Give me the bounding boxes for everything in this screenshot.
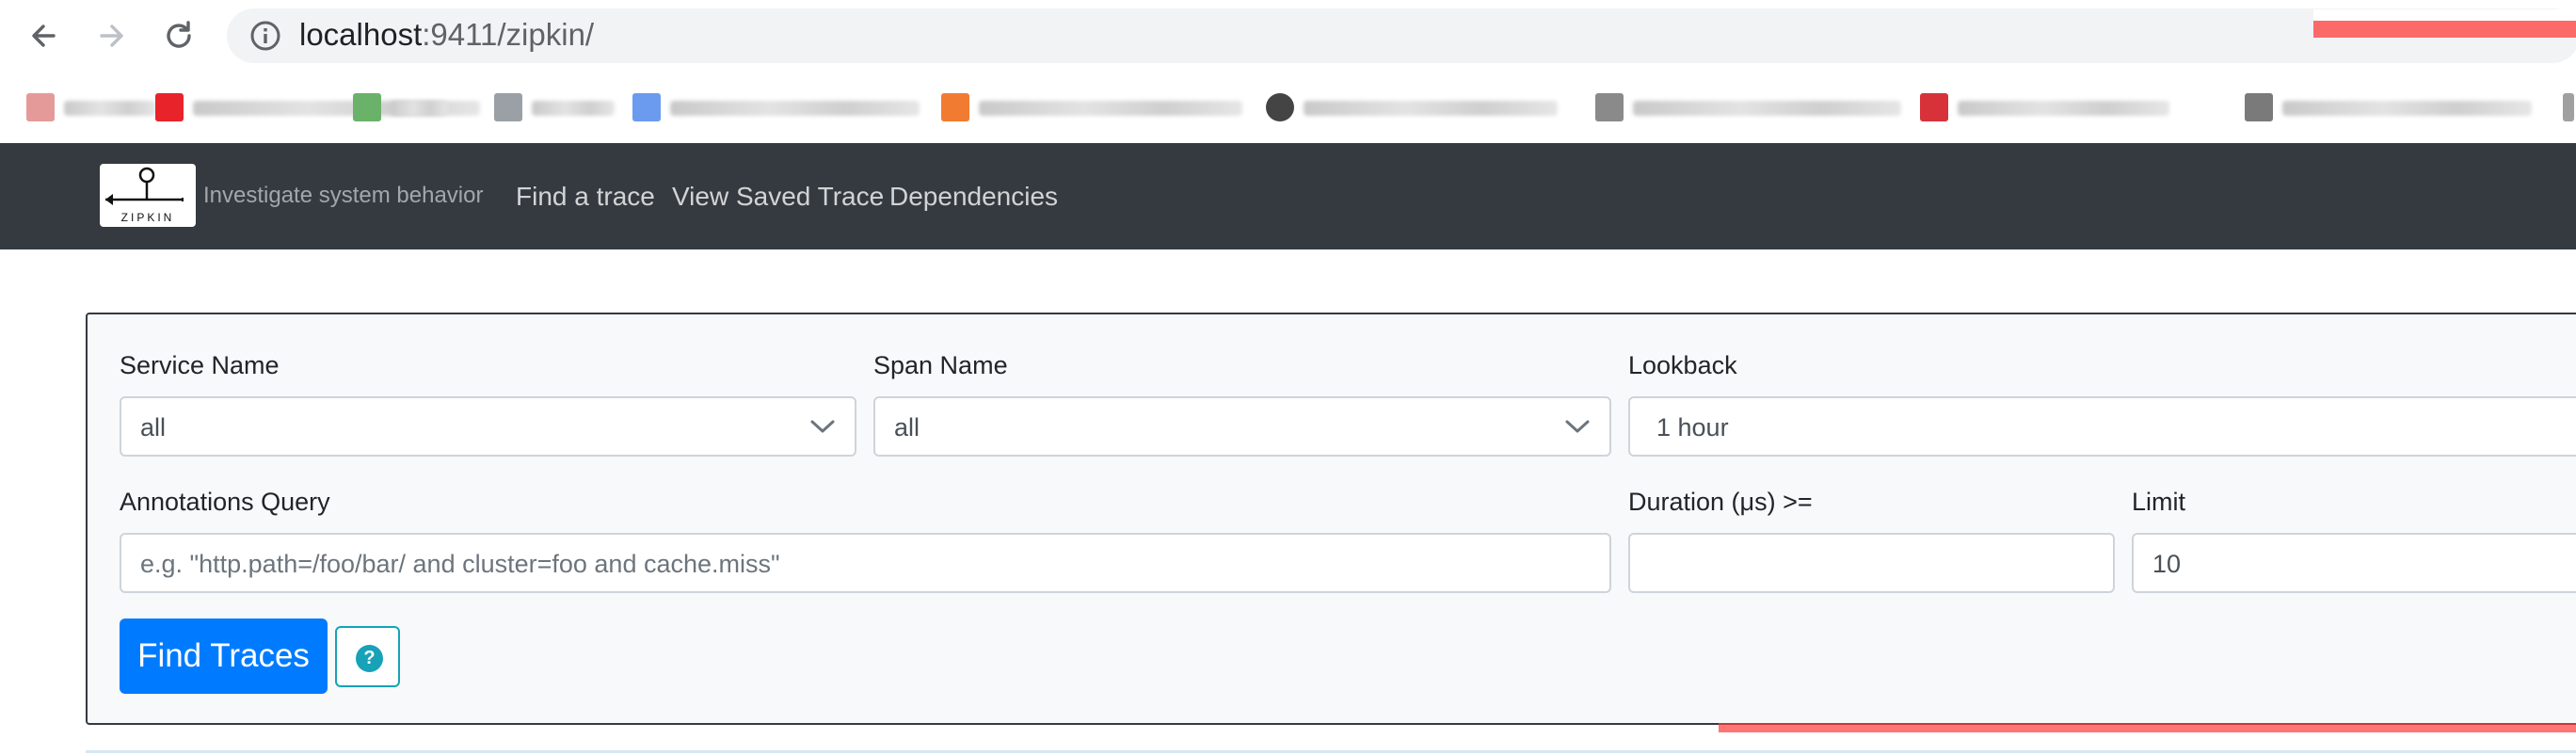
service-name-select[interactable]: all (120, 396, 856, 457)
service-name-label: Service Name (120, 351, 280, 379)
info-icon[interactable] (248, 19, 282, 53)
lookback-value: 1 hour (1656, 413, 1729, 442)
forward-arrow-icon[interactable] (92, 17, 130, 55)
results-divider (86, 750, 2576, 753)
zipkin-logo[interactable]: ZIPKIN (100, 164, 196, 227)
nav-link-dependencies[interactable]: Dependencies (889, 182, 1058, 212)
bookmark-favicon-icon (155, 93, 184, 121)
annotations-query-label: Annotations Query (120, 488, 330, 516)
bookmark-favicon-icon (632, 93, 661, 121)
nav-link-view-saved-trace[interactable]: View Saved Trace (672, 182, 884, 212)
question-circle-icon: ? (356, 645, 383, 672)
watermark-graphic (2313, 9, 2576, 38)
lookback-select[interactable]: 1 hour (1628, 396, 2576, 457)
chevron-down-icon (810, 420, 835, 433)
navbar-tagline: Investigate system behavior (203, 183, 484, 208)
span-name-value: all (894, 413, 920, 442)
bookmark-favicon-icon (1595, 93, 1624, 121)
bookmark-favicon-icon (2245, 93, 2273, 121)
back-arrow-icon[interactable] (25, 17, 63, 55)
find-traces-button[interactable]: Find Traces (120, 618, 328, 694)
nav-link-find-a-trace[interactable]: Find a trace (516, 182, 655, 212)
bookmark-favicon-icon (353, 93, 381, 121)
bookmark-favicon-icon (2563, 93, 2574, 121)
annotations-query-input[interactable]: e.g. "http.path=/foo/bar/ and cluster=fo… (120, 533, 1611, 593)
help-button[interactable]: ? (335, 626, 400, 687)
limit-label: Limit (2132, 488, 2186, 516)
app-navbar: ZIPKIN Investigate system behavior Find … (0, 143, 2576, 249)
svg-text:ZIPKIN: ZIPKIN (121, 211, 175, 224)
bookmark-favicon-icon (1266, 93, 1294, 121)
span-name-select[interactable]: all (873, 396, 1611, 457)
chevron-down-icon (1565, 420, 1590, 433)
bookmark-favicon-icon (26, 93, 55, 121)
url-text[interactable]: localhost:9411/zipkin/ (299, 16, 594, 54)
browser-toolbar: localhost:9411/zipkin/ (0, 0, 2576, 71)
watermark-graphic (1719, 723, 2576, 732)
bookmark-favicon-icon (494, 93, 522, 121)
duration-label: Duration (μs) >= (1628, 488, 1813, 516)
search-form-card (86, 313, 2576, 725)
duration-input[interactable] (1628, 533, 2115, 593)
bookmark-favicon-icon (1920, 93, 1948, 121)
reload-icon[interactable] (160, 17, 198, 55)
bookmark-favicon-icon (941, 93, 969, 121)
annotations-query-placeholder: e.g. "http.path=/foo/bar/ and cluster=fo… (140, 550, 780, 578)
url-path: :9411/zipkin/ (422, 17, 595, 52)
limit-input[interactable]: 10 (2132, 533, 2576, 593)
span-name-label: Span Name (873, 351, 1008, 379)
bookmarks-bar (0, 71, 2576, 143)
limit-value: 10 (2152, 550, 2182, 578)
service-name-value: all (140, 413, 167, 442)
lookback-label: Lookback (1628, 351, 1737, 379)
url-host: localhost (299, 17, 423, 52)
